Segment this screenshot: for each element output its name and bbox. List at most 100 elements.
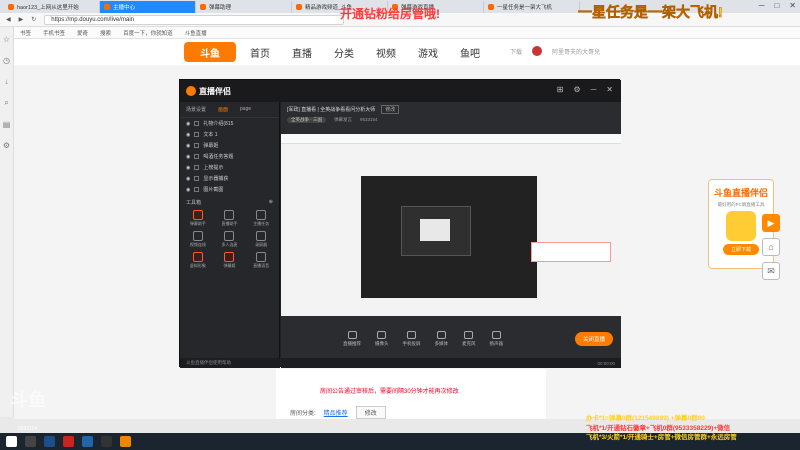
- nav-game[interactable]: 游戏: [418, 45, 438, 60]
- layer-item[interactable]: ◉ 上榜提示: [180, 162, 279, 173]
- eye-icon[interactable]: ◉: [186, 176, 190, 182]
- steam-icon[interactable]: [44, 436, 55, 447]
- eye-icon[interactable]: ◉: [186, 187, 190, 193]
- tool-item[interactable]: 视频连线: [184, 231, 212, 248]
- tool-item[interactable]: 直播语音: [247, 252, 275, 269]
- app-window-controls: ⊞ ⚙ ─ ✕: [557, 85, 613, 94]
- room-info: [军政] 直播看 | 全英战争看看问分析大师 修改: [281, 102, 621, 117]
- room-category[interactable]: 全英战争 · 三国: [287, 117, 326, 123]
- promo-line-1: 办卡*1=弹幕0群(121549899) +弹幕0群00: [586, 415, 705, 422]
- nav-live[interactable]: 直播: [292, 45, 312, 60]
- download-icon[interactable]: ↓: [5, 77, 9, 86]
- eye-icon[interactable]: ◉: [186, 165, 190, 171]
- preview-nested-window: [401, 206, 471, 256]
- control-camera[interactable]: 摄像头: [375, 331, 389, 347]
- main-nav: 首页 直播 分类 视频 游戏 鱼吧: [250, 45, 480, 60]
- app-settings-icon[interactable]: ⚙: [573, 85, 580, 94]
- tool-item[interactable]: 录屏器: [247, 231, 275, 248]
- tool-item[interactable]: 多人连麦: [216, 231, 244, 248]
- tool-item[interactable]: 虚拟形象: [184, 252, 212, 269]
- category-link[interactable]: 精品推荐: [324, 408, 348, 417]
- promo-line-3: 飞机*3/火箭*1/开通骑士+房管+微信房管群+永远房管: [586, 434, 737, 441]
- camera-icon: [377, 331, 387, 339]
- browser-tab[interactable]: 一星任务是一架大飞机: [484, 1, 580, 13]
- mail-icon[interactable]: ✉: [762, 262, 780, 280]
- tab-canvas[interactable]: 画面: [218, 106, 228, 113]
- eye-icon[interactable]: ◉: [186, 132, 190, 138]
- bookmark-item[interactable]: 书签: [20, 29, 31, 37]
- app-minimize-icon[interactable]: ─: [591, 85, 597, 94]
- gift-promo-overlay: 办卡*1=弹幕0群(121549899) +弹幕0群00 飞机*1/开通钻石徽章…: [586, 414, 800, 443]
- control-media[interactable]: 多媒体: [435, 331, 448, 347]
- layer-item[interactable]: ◉ 礼物介绍(815: [180, 118, 279, 129]
- search-icon[interactable]: ⌕: [4, 98, 8, 108]
- layer-item[interactable]: ◉ 喝酒任务答题: [180, 151, 279, 162]
- tool-item[interactable]: 弹幕姬: [216, 252, 244, 269]
- settings-icon[interactable]: ⚙: [3, 141, 10, 150]
- tool-item[interactable]: 弹幕助手: [184, 210, 212, 227]
- control-phone-cast[interactable]: 手机投屏: [403, 331, 421, 347]
- bookmark-item[interactable]: 搜索: [100, 29, 111, 37]
- download-link[interactable]: 下载: [510, 47, 522, 56]
- play-icon[interactable]: ▶: [762, 214, 780, 232]
- layer-item[interactable]: ◉ 文本 1: [180, 129, 279, 140]
- category-edit-button[interactable]: 修改: [355, 406, 386, 419]
- history-icon[interactable]: ◷: [3, 56, 10, 65]
- tab-scene[interactable]: 场景设置: [186, 106, 206, 113]
- stop-live-button[interactable]: 关闭直播: [574, 332, 613, 346]
- control-recommend[interactable]: 直播推荐: [343, 331, 361, 347]
- browser-tab[interactable]: 弹幕助理: [196, 1, 292, 13]
- room-edit-button[interactable]: 修改: [381, 105, 400, 114]
- browser-tab-active[interactable]: 主播中心: [100, 1, 196, 13]
- stream-overlay-yellow: 一星任务是一架大飞机!: [578, 4, 723, 21]
- home-icon[interactable]: ⌂: [762, 238, 780, 256]
- game-icon[interactable]: [101, 436, 112, 447]
- browser-icon[interactable]: [82, 436, 93, 447]
- url-field[interactable]: https://mp.douyu.com/live/main: [44, 14, 345, 25]
- bookmark-item[interactable]: 手机书签: [43, 29, 65, 37]
- layer-item[interactable]: ◉ 显示器捕获: [180, 173, 279, 184]
- bookmark-item[interactable]: 百度一下，你就知道: [123, 29, 173, 37]
- nav-home[interactable]: 首页: [250, 45, 270, 60]
- tool-item[interactable]: 主播任务: [247, 210, 275, 227]
- reload-icon[interactable]: ↻: [31, 16, 36, 23]
- app-menu-icon[interactable]: ⊞: [557, 85, 564, 94]
- help-link[interactable]: 斗鱼直播伴侣使用帮助: [180, 358, 280, 368]
- layer-item[interactable]: ◉ 图片截图: [180, 184, 279, 195]
- room-danmu: 弹幕发言: [334, 117, 352, 122]
- username[interactable]: 阿里哥夫的大哥兒: [552, 47, 600, 56]
- eye-icon[interactable]: ◉: [186, 143, 190, 149]
- eye-icon[interactable]: ◉: [186, 154, 190, 160]
- nav-yuba[interactable]: 鱼吧: [460, 45, 480, 60]
- search-icon[interactable]: [25, 436, 36, 447]
- start-icon[interactable]: [6, 436, 17, 447]
- note-icon[interactable]: ▤: [3, 120, 11, 129]
- forward-icon[interactable]: ▶: [19, 16, 24, 23]
- tool-item[interactable]: 直播助手: [216, 210, 244, 227]
- layer-item[interactable]: ◉ 弹幕姬: [180, 140, 279, 151]
- back-icon[interactable]: ◀: [6, 16, 11, 23]
- douyu-logo[interactable]: 斗鱼: [184, 42, 236, 62]
- star-icon[interactable]: ☆: [3, 35, 10, 44]
- eye-icon[interactable]: ◉: [186, 121, 190, 127]
- nav-category[interactable]: 分类: [334, 45, 354, 60]
- maximize-button[interactable]: □: [774, 1, 779, 10]
- app-icon[interactable]: [63, 436, 74, 447]
- nav-video[interactable]: 视频: [376, 45, 396, 60]
- minimize-button[interactable]: ─: [759, 1, 765, 10]
- promo-download-button[interactable]: 立即下载: [722, 244, 759, 255]
- bookmark-item[interactable]: 爱奇: [77, 29, 88, 37]
- bookmarks-bar: 书签 手机书签 爱奇 搜索 百度一下，你就知道 斗鱼直播: [0, 27, 800, 39]
- control-mic[interactable]: 麦克风: [462, 331, 476, 347]
- douyu-app-icon[interactable]: [120, 436, 131, 447]
- avatar[interactable]: [531, 46, 542, 56]
- toolbox-more-icon[interactable]: ⊕: [269, 199, 273, 206]
- control-speaker[interactable]: 扬声器: [490, 331, 503, 347]
- room-id: 9533154: [360, 117, 378, 122]
- bookmark-item[interactable]: 斗鱼直播: [185, 29, 207, 37]
- browser-tab[interactable]: haor123_上网从这里开始: [4, 1, 100, 13]
- tab-page[interactable]: page: [240, 106, 251, 113]
- close-button[interactable]: ✕: [789, 1, 796, 10]
- stream-preview[interactable]: [281, 134, 621, 316]
- app-close-icon[interactable]: ✕: [606, 85, 613, 94]
